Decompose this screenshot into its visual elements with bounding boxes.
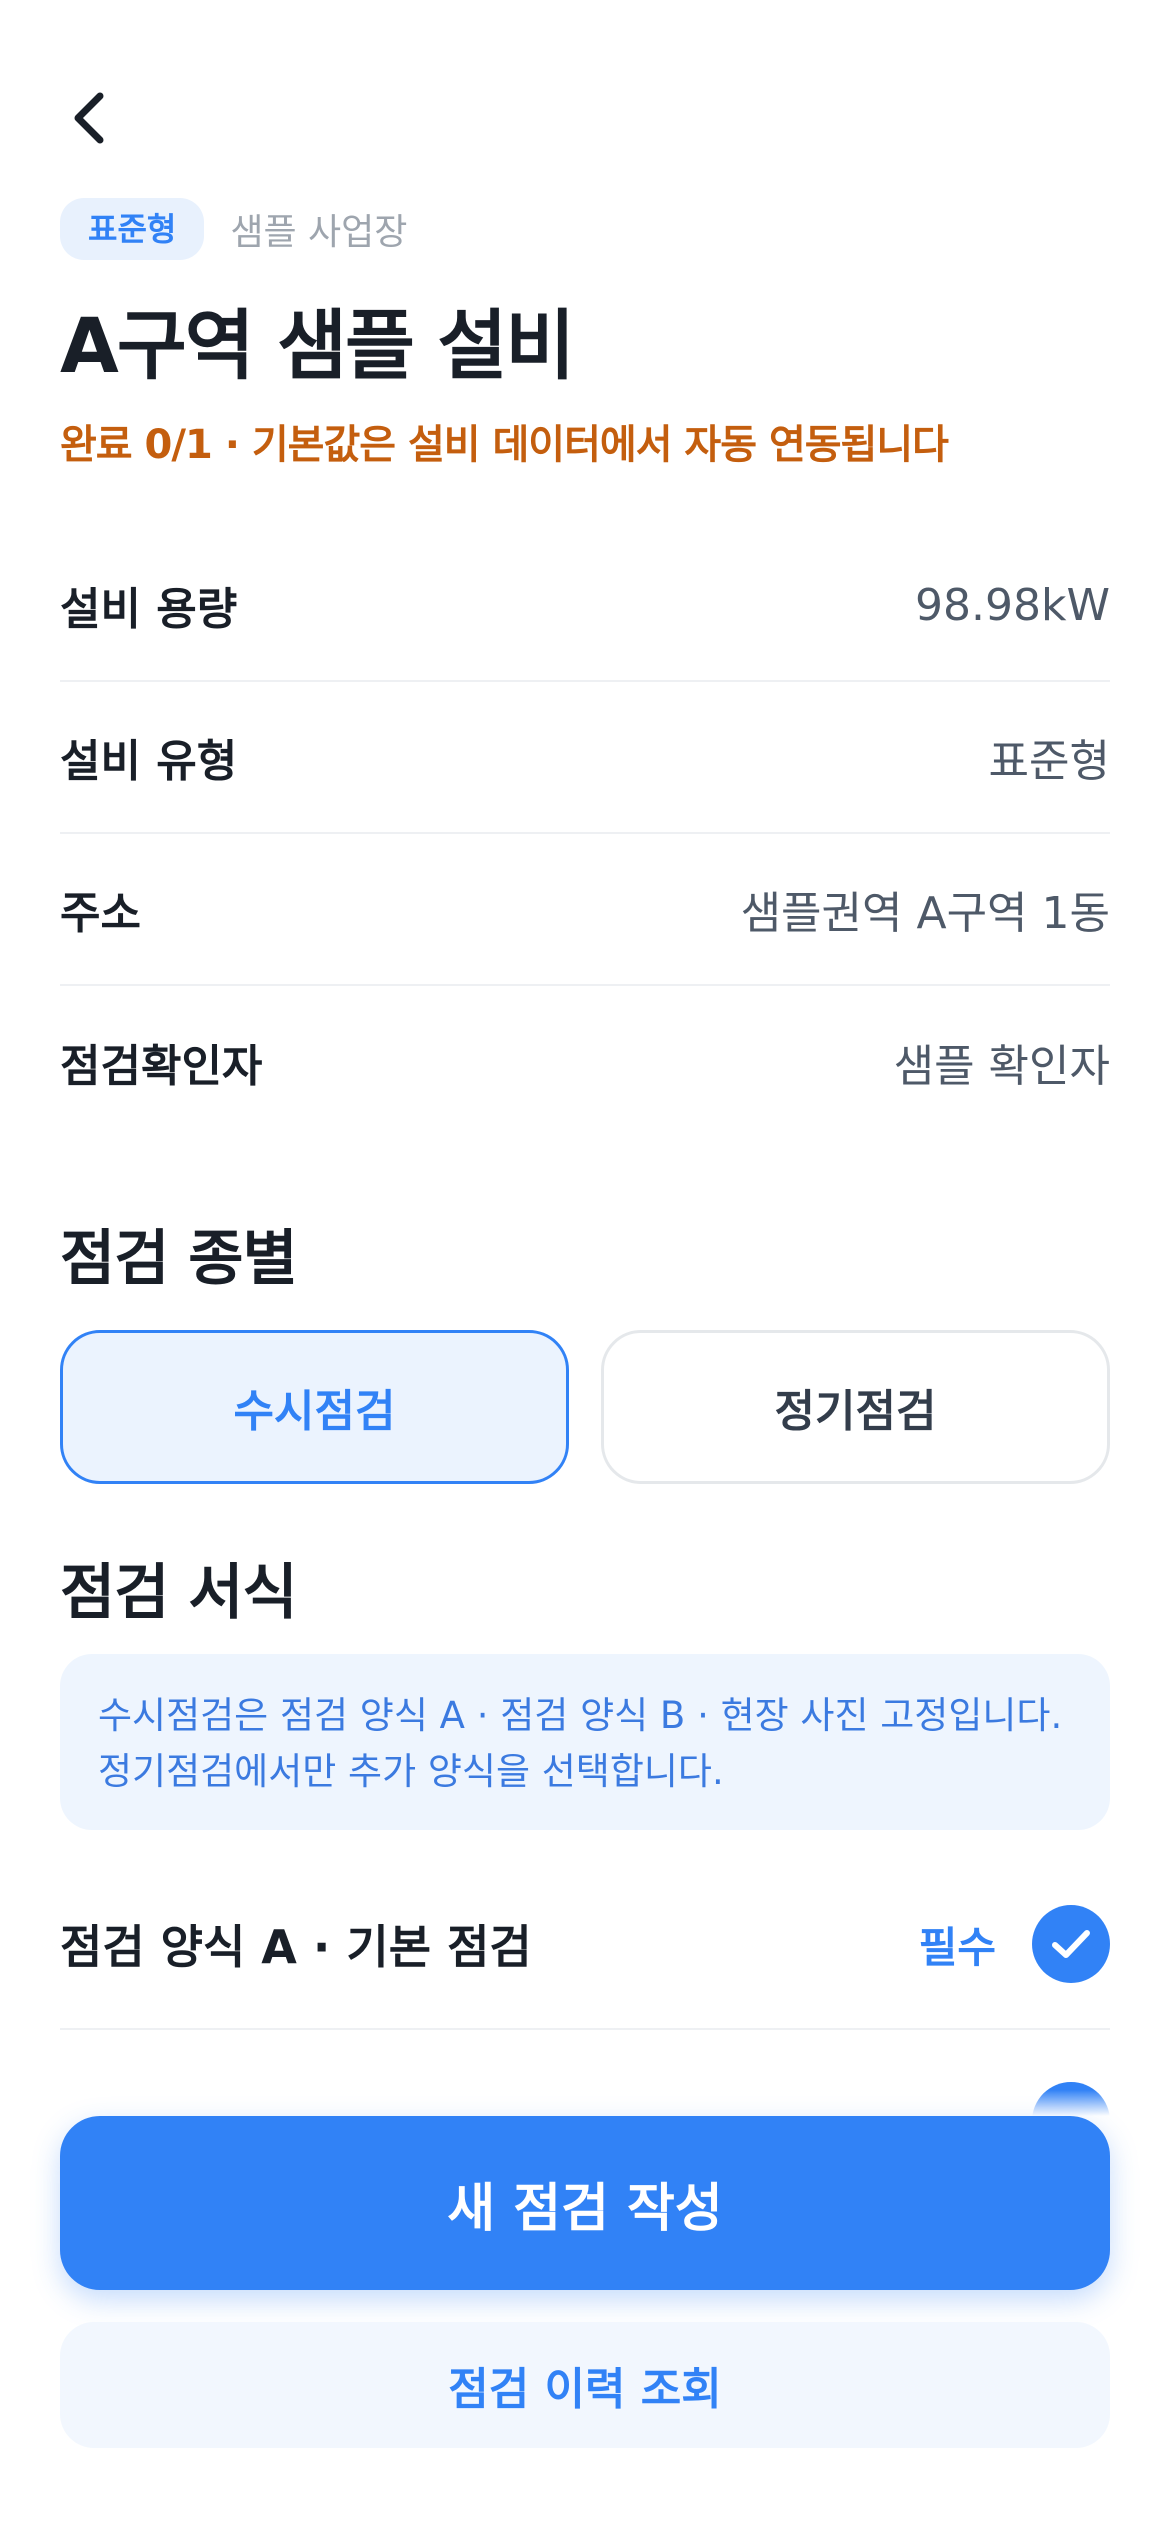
- form-item-a[interactable]: 점검 양식 A · 기본 점검 필수: [60, 1860, 1110, 2030]
- inspection-form-title: 점검 서식: [60, 1558, 298, 1628]
- info-row-capacity: 설비 용량 98.98kW: [60, 530, 1110, 682]
- option-adhoc-inspection[interactable]: 수시점검: [60, 1330, 569, 1484]
- info-label: 주소: [60, 888, 141, 939]
- check-icon[interactable]: [1032, 1905, 1110, 1983]
- form-notice: 수시점검은 점검 양식 A · 점검 양식 B · 현장 사진 고정입니다. 정…: [60, 1654, 1110, 1830]
- form-item-label: 점검 양식 A · 기본 점검: [60, 1920, 532, 1974]
- new-inspection-button[interactable]: 새 점검 작성: [60, 2116, 1110, 2290]
- info-label: 점검확인자: [60, 1041, 263, 1092]
- notice-line-1: 수시점검은 점검 양식 A · 점검 양식 B · 현장 사진 고정입니다.: [98, 1694, 1063, 1737]
- checkmark-icon: [1052, 1930, 1090, 1958]
- option-regular-inspection[interactable]: 정기점검: [601, 1330, 1110, 1484]
- facility-info-list: 설비 용량 98.98kW 설비 유형 표준형 주소 샘플권역 A구역 1동 점…: [60, 530, 1110, 1138]
- inspection-type-toggle: 수시점검 정기점검: [60, 1330, 1110, 1484]
- required-tag: 필수: [918, 1922, 996, 1972]
- form-list: 점검 양식 A · 기본 점검 필수: [60, 1860, 1110, 2030]
- site-name: 샘플 사업장: [230, 212, 408, 253]
- page-title: A구역 샘플 설비: [60, 301, 575, 390]
- info-value: 98.98kW: [915, 579, 1110, 631]
- info-row-address: 주소 샘플권역 A구역 1동: [60, 834, 1110, 986]
- info-row-type: 설비 유형 표준형: [60, 682, 1110, 834]
- form-item-status: 필수: [919, 1905, 1110, 1983]
- completion-status: 완료 0/1 · 기본값은 설비 데이터에서 자동 연동됩니다: [60, 422, 949, 468]
- header-meta: 표준형 샘플 사업장: [60, 198, 407, 260]
- back-button[interactable]: [58, 82, 122, 154]
- inspection-type-title: 점검 종별: [60, 1224, 298, 1294]
- info-value: 샘플 확인자: [893, 1041, 1110, 1092]
- facility-type-badge: 표준형: [60, 198, 205, 260]
- chevron-left-icon: [74, 92, 104, 144]
- info-label: 설비 용량: [60, 584, 238, 635]
- notice-line-2: 정기점검에서만 추가 양식을 선택합니다.: [98, 1750, 724, 1793]
- info-value: 표준형: [988, 736, 1110, 787]
- info-value: 샘플권역 A구역 1동: [740, 888, 1110, 939]
- inspection-history-button[interactable]: 점검 이력 조회: [60, 2322, 1110, 2448]
- inspection-detail-screen: 표준형 샘플 사업장 A구역 샘플 설비 완료 0/1 · 기본값은 설비 데이…: [0, 0, 1170, 2532]
- info-row-inspector: 점검확인자 샘플 확인자: [60, 986, 1110, 1138]
- info-label: 설비 유형: [60, 736, 238, 787]
